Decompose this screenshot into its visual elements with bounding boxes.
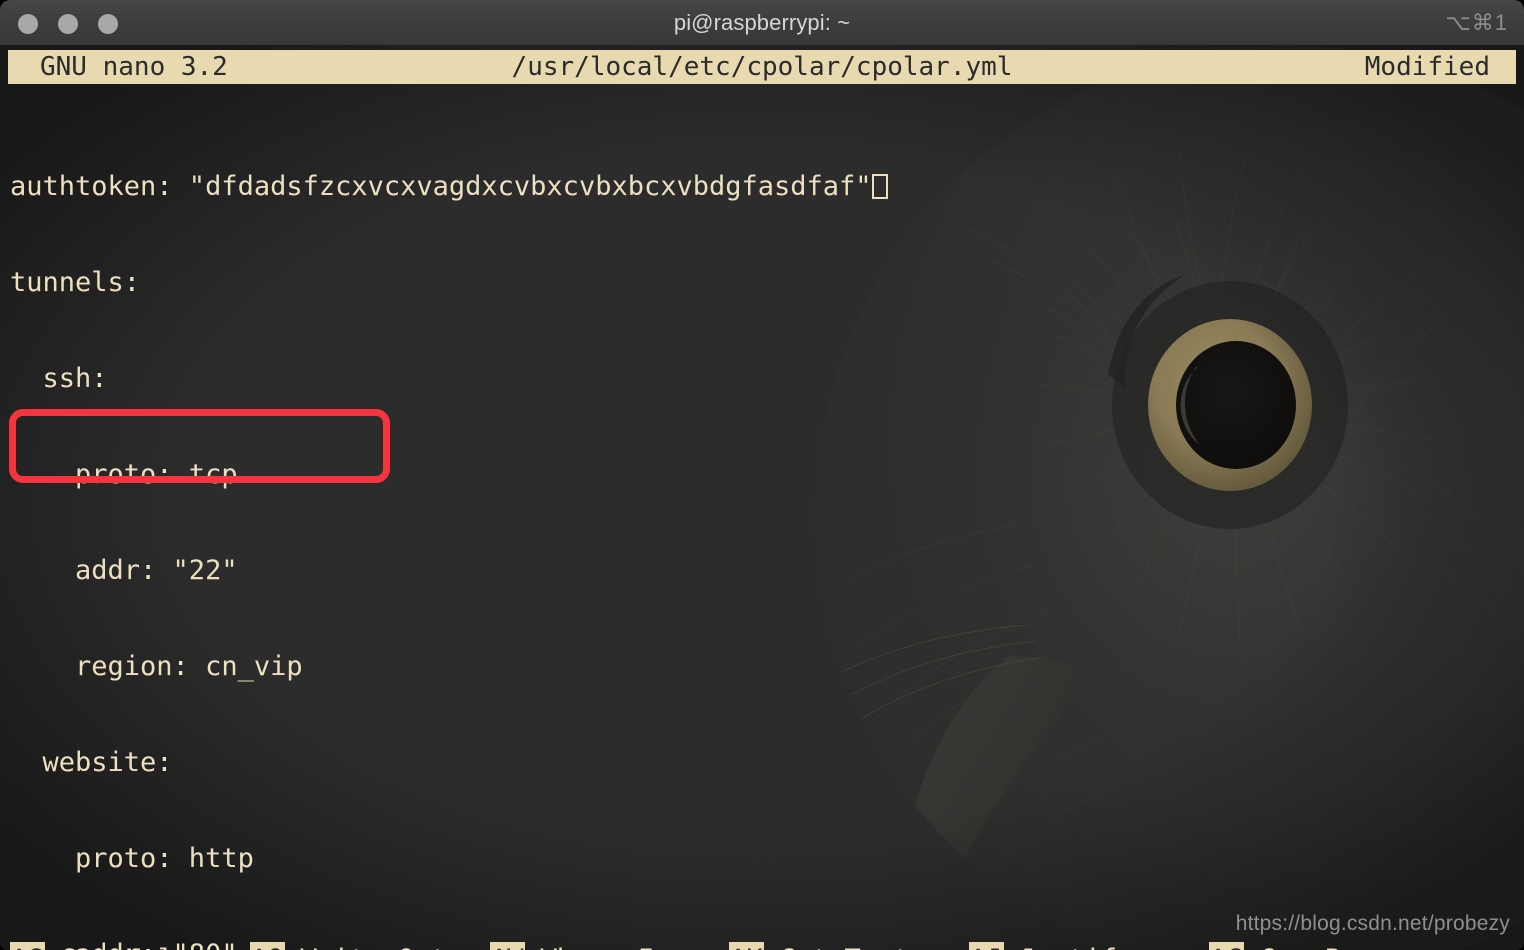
help-column: ^WWhere Is ^\Replace bbox=[490, 880, 671, 950]
help-entry-get-help[interactable]: ^G Get Help bbox=[10, 942, 191, 950]
help-entry-label: Justify bbox=[1020, 944, 1134, 950]
editor-line: region: cn_vip bbox=[10, 651, 303, 682]
help-entry-cur-pos[interactable]: ^C Cur Pos bbox=[1209, 942, 1422, 950]
help-column: ^JJustify ^TTo Spell bbox=[969, 880, 1150, 950]
shortcut-key-badge: ^G bbox=[10, 942, 45, 950]
help-entry-where-is[interactable]: ^W Where Is bbox=[490, 942, 671, 950]
help-entry-label: Get Help bbox=[61, 944, 191, 950]
help-entry-justify[interactable]: ^J Justify bbox=[969, 942, 1150, 950]
help-entry-cut-text[interactable]: ^K Cut Text bbox=[729, 942, 942, 950]
help-entry-write-out[interactable]: ^O Write Out bbox=[250, 942, 447, 950]
shortcut-key-badge: ^O bbox=[250, 942, 285, 950]
editor-line: proto: tcp bbox=[10, 459, 238, 490]
help-entry-label: Where Is bbox=[541, 944, 671, 950]
editor-line: ssh: bbox=[10, 363, 108, 394]
help-entry-label: Write Out bbox=[301, 944, 447, 950]
text-cursor bbox=[871, 174, 888, 199]
shortcut-key-badge: ^J bbox=[969, 942, 1004, 950]
nano-modified-status: Modified bbox=[1364, 52, 1490, 82]
help-entry-label: Cut Text bbox=[780, 944, 910, 950]
shortcut-key-badge: ^K bbox=[729, 942, 764, 950]
editor-line: addr: "22" bbox=[10, 555, 238, 586]
editor-line: website: bbox=[10, 747, 173, 778]
editor-line-text: authtoken: "dfdadsfzcxvcxvagdxcvbxcvbxbc… bbox=[10, 171, 872, 202]
editor-text-area[interactable]: authtoken: "dfdadsfzcxvcxvagdxcvbxcvbxbc… bbox=[10, 107, 1510, 950]
editor-line: authtoken: "dfdadsfzcxvcxvagdxcvbxcvbxbc… bbox=[10, 171, 1510, 203]
help-column: ^GGet Help ^XExit bbox=[10, 880, 191, 950]
editor-line: proto: http bbox=[10, 843, 254, 874]
terminal-window: pi@raspberrypi: ~ ⌥⌘1 GNU nano 3.2 /usr/… bbox=[0, 0, 1524, 950]
terminal-body[interactable]: GNU nano 3.2 /usr/local/etc/cpolar/cpola… bbox=[0, 45, 1524, 950]
editor-line: tunnels: bbox=[10, 267, 141, 298]
window-titlebar: pi@raspberrypi: ~ ⌥⌘1 bbox=[0, 0, 1524, 46]
help-entry-label: Cur Pos bbox=[1260, 944, 1374, 950]
help-column: ^OWrite Out ^RRead File bbox=[250, 880, 447, 950]
keyboard-shortcut-indicator: ⌥⌘1 bbox=[1445, 10, 1508, 35]
window-title: pi@raspberrypi: ~ bbox=[673, 10, 851, 35]
help-column: ^KCut Text ^UUncut Text bbox=[729, 880, 942, 950]
shortcut-key-badge: ^W bbox=[490, 942, 525, 950]
nano-filename-label: /usr/local/etc/cpolar/cpolar.yml bbox=[511, 52, 1013, 82]
shortcut-key-badge: ^C bbox=[1209, 942, 1244, 950]
nano-header-bar: GNU nano 3.2 /usr/local/etc/cpolar/cpola… bbox=[8, 50, 1516, 84]
watermark-text: https://blog.csdn.net/probezy bbox=[1235, 912, 1510, 935]
